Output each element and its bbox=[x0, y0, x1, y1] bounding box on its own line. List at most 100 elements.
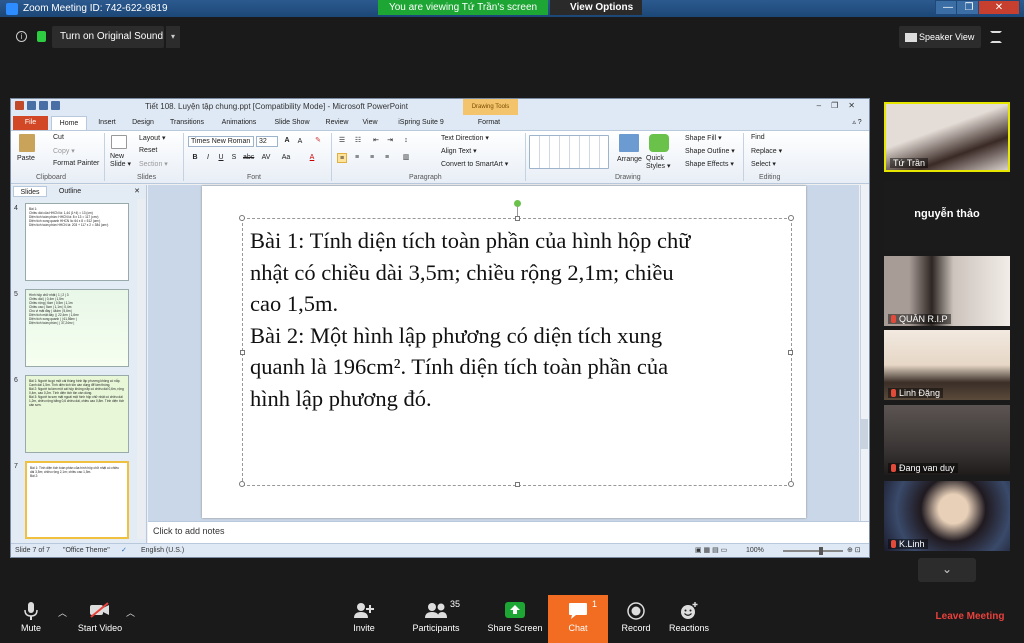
shadow-button[interactable]: S bbox=[229, 153, 239, 163]
new-slide-icon[interactable] bbox=[111, 135, 127, 149]
tab-ispring[interactable]: iSpring Suite 9 bbox=[391, 117, 451, 129]
columns-button[interactable]: ▥ bbox=[401, 153, 411, 163]
start-video-button[interactable]: Start Video bbox=[72, 595, 128, 643]
video-options-chevron-up-icon[interactable]: ︿ bbox=[126, 606, 135, 619]
numbering-button[interactable]: ☷ bbox=[353, 136, 363, 146]
meeting-info-icon[interactable]: i bbox=[16, 31, 27, 42]
increase-indent-button[interactable]: ⇥ bbox=[385, 136, 395, 146]
tab-insert[interactable]: Insert bbox=[91, 117, 123, 129]
align-center-button[interactable]: ≡ bbox=[352, 153, 362, 163]
mute-button[interactable]: Mute bbox=[8, 595, 54, 643]
ppt-window-buttons[interactable]: –❐✕ bbox=[817, 101, 865, 110]
chat-button[interactable]: 1 Chat bbox=[548, 595, 608, 643]
paste-icon[interactable] bbox=[19, 134, 35, 152]
clear-formatting-icon[interactable]: ✎ bbox=[313, 136, 323, 146]
undo-icon[interactable] bbox=[39, 101, 48, 110]
shape-fill-button[interactable]: Shape Fill ▾ bbox=[685, 134, 722, 142]
select-button[interactable]: Select ▾ bbox=[751, 160, 776, 168]
tab-design[interactable]: Design bbox=[127, 117, 159, 129]
tab-review[interactable]: Review bbox=[321, 117, 353, 129]
slide-text-box[interactable]: Bài 1: Tính diện tích toàn phần của hình… bbox=[239, 215, 794, 487]
zoom-slider[interactable] bbox=[783, 550, 843, 552]
arrange-button[interactable]: Arrange bbox=[617, 156, 642, 163]
justify-button[interactable]: ≡ bbox=[382, 153, 392, 163]
cut-button[interactable]: Cut bbox=[53, 134, 64, 141]
close-panel-icon[interactable]: ✕ bbox=[131, 186, 143, 197]
video-tile-dang-van-duy[interactable]: Đang van duy bbox=[884, 405, 1010, 475]
record-button[interactable]: Record bbox=[614, 595, 658, 643]
encryption-lock-icon[interactable] bbox=[37, 31, 46, 42]
tab-home[interactable]: Home bbox=[51, 116, 87, 130]
resize-handle[interactable] bbox=[515, 482, 520, 487]
tab-transitions[interactable]: Transitions bbox=[163, 117, 211, 129]
shape-outline-button[interactable]: Shape Outline ▾ bbox=[685, 147, 735, 155]
bullets-button[interactable]: ☰ bbox=[337, 136, 347, 146]
video-tile-quan-rip[interactable]: QUÂN R.I.P bbox=[884, 256, 1010, 326]
reset-button[interactable]: Reset bbox=[139, 147, 157, 154]
tab-slides[interactable]: Slides bbox=[13, 186, 47, 197]
participants-button[interactable]: 35 Participants bbox=[404, 595, 468, 643]
align-right-button[interactable]: ≡ bbox=[367, 153, 377, 163]
audio-options-chevron-up-icon[interactable]: ︿ bbox=[58, 606, 67, 619]
layout-button[interactable]: Layout ▾ bbox=[139, 134, 165, 142]
quick-styles-button[interactable]: Quick Styles ▾ bbox=[646, 155, 674, 171]
resize-handle[interactable] bbox=[788, 481, 794, 487]
tab-animations[interactable]: Animations bbox=[215, 117, 263, 129]
shrink-font-button[interactable]: A bbox=[295, 137, 305, 147]
format-painter-button[interactable]: Format Painter bbox=[53, 160, 99, 167]
slide-body-text[interactable]: Bài 1: Tính diện tích toàn phần của hình… bbox=[250, 225, 790, 414]
leave-meeting-button[interactable]: Leave Meeting bbox=[928, 606, 1012, 628]
find-button[interactable]: Find bbox=[751, 134, 765, 141]
video-tile-k-linh[interactable]: K.Linh bbox=[884, 481, 1010, 551]
view-buttons[interactable]: ▣ ▦ ▤ ▭ bbox=[695, 544, 727, 558]
resize-handle[interactable] bbox=[515, 216, 520, 221]
redo-icon[interactable] bbox=[51, 101, 60, 110]
strikethrough-button[interactable]: abc bbox=[243, 153, 254, 163]
zoom-slider-knob[interactable] bbox=[819, 547, 823, 555]
fullscreen-icon[interactable] bbox=[990, 31, 1002, 43]
view-options-button[interactable]: View Options ⌄ bbox=[550, 0, 642, 28]
tab-outline[interactable]: Outline bbox=[51, 186, 89, 197]
slide-thumbnail-6[interactable]: Bài 1: Người ta gò một cái thùng hình lậ… bbox=[25, 375, 129, 453]
reactions-button[interactable]: Reactions bbox=[664, 595, 714, 643]
underline-button[interactable]: U bbox=[216, 153, 226, 163]
shape-effects-button[interactable]: Shape Effects ▾ bbox=[685, 160, 734, 168]
font-name-select[interactable]: Times New Roman bbox=[188, 136, 254, 147]
resize-handle[interactable] bbox=[239, 215, 245, 221]
tab-file[interactable]: File bbox=[13, 116, 48, 130]
change-case-button[interactable]: Aa bbox=[281, 153, 291, 163]
spellcheck-icon[interactable]: ✓ bbox=[121, 544, 127, 558]
shapes-gallery[interactable] bbox=[529, 135, 609, 169]
tab-view[interactable]: View bbox=[357, 117, 383, 129]
zoom-level[interactable]: 100% bbox=[746, 544, 764, 558]
slide-vertical-scrollbar[interactable] bbox=[860, 185, 869, 521]
gallery-scroll-down-button[interactable]: ⌄ bbox=[918, 558, 976, 582]
align-text-button[interactable]: Align Text ▾ bbox=[441, 147, 477, 155]
copy-button[interactable]: Copy ▾ bbox=[53, 147, 75, 155]
video-tile-nguyen-thao[interactable]: nguyễn thảo bbox=[884, 181, 1010, 251]
char-spacing-button[interactable]: AV bbox=[261, 153, 271, 163]
ribbon-help-icon[interactable]: ▵ ? bbox=[847, 117, 867, 129]
tab-slide-show[interactable]: Slide Show bbox=[267, 117, 317, 129]
grow-font-button[interactable]: A bbox=[282, 136, 292, 146]
font-color-button[interactable]: A bbox=[307, 153, 317, 163]
line-spacing-button[interactable]: ↕ bbox=[401, 136, 411, 146]
align-left-button[interactable]: ≡ bbox=[337, 153, 347, 163]
bold-button[interactable]: B bbox=[190, 153, 200, 163]
video-tile-linh-dang[interactable]: Linh Đặng bbox=[884, 330, 1010, 400]
text-direction-button[interactable]: Text Direction ▾ bbox=[441, 134, 489, 142]
slides-panel-scrollbar[interactable] bbox=[137, 199, 145, 539]
share-screen-button[interactable]: Share Screen bbox=[484, 595, 546, 643]
notes-pane[interactable]: Click to add notes bbox=[148, 521, 869, 543]
invite-button[interactable]: Invite bbox=[342, 595, 386, 643]
convert-smartart-button[interactable]: Convert to SmartArt ▾ bbox=[441, 160, 508, 168]
resize-handle[interactable] bbox=[788, 215, 794, 221]
original-sound-button[interactable]: Turn on Original Sound bbox=[52, 26, 164, 48]
resize-handle[interactable] bbox=[788, 350, 793, 355]
quick-styles-icon[interactable] bbox=[649, 134, 669, 152]
resize-handle[interactable] bbox=[239, 481, 245, 487]
paste-label[interactable]: Paste bbox=[17, 155, 35, 162]
font-size-select[interactable]: 32 bbox=[256, 136, 278, 147]
slide-scroll-thumb[interactable] bbox=[861, 419, 868, 449]
close-button[interactable]: ✕ bbox=[978, 0, 1020, 15]
